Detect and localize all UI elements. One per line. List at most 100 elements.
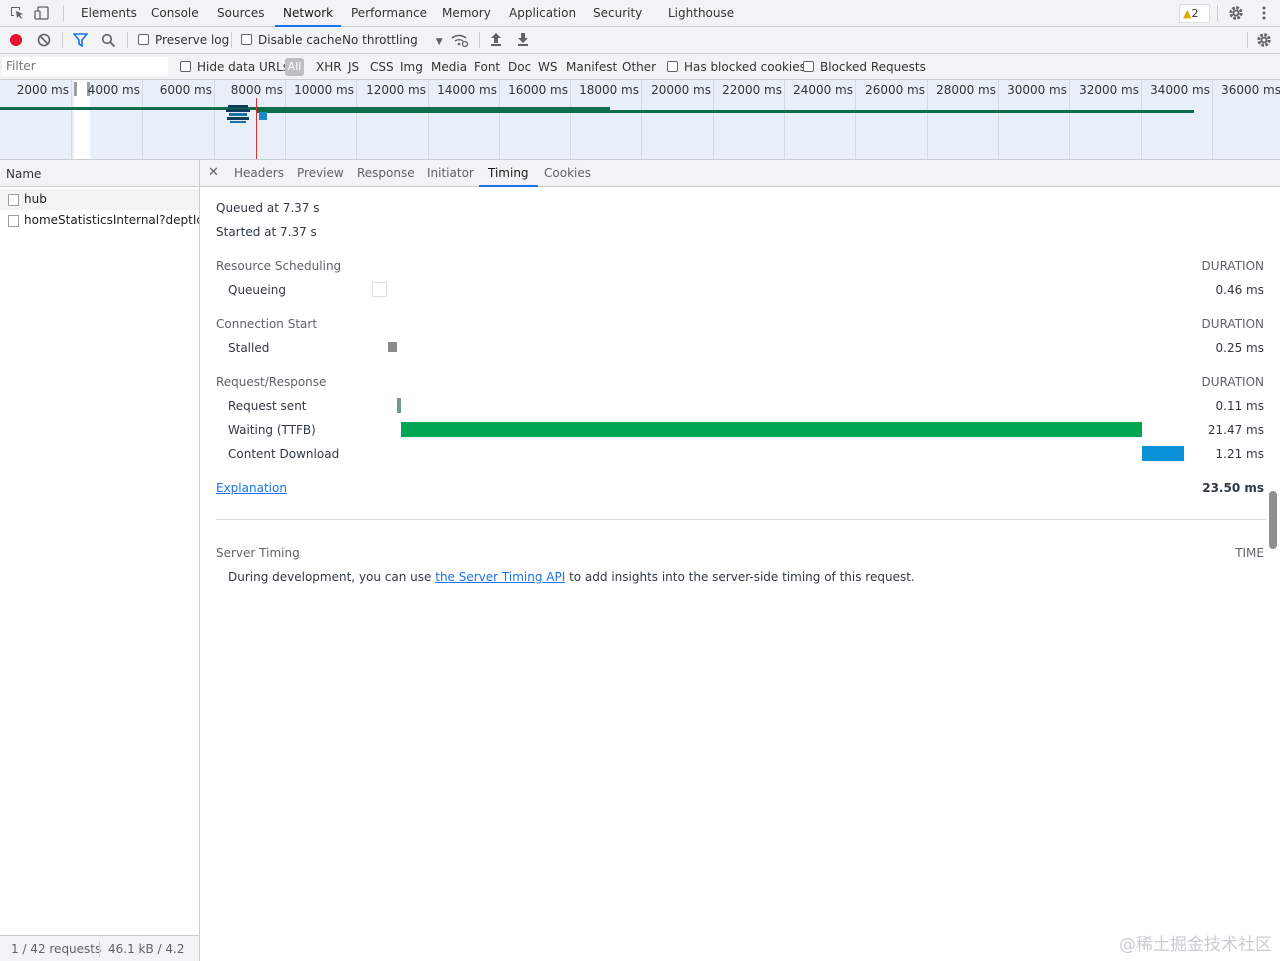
filter-input[interactable] [2, 57, 168, 76]
import-har-icon[interactable] [489, 32, 503, 50]
content-download-value: 1.21 ms [1215, 447, 1264, 461]
overview-tick-label: 8000 ms [230, 83, 283, 97]
close-icon[interactable]: ✕ [208, 160, 219, 186]
has-blocked-cookies-checkbox[interactable]: Has blocked cookies [667, 54, 806, 80]
more-options-icon[interactable] [1256, 5, 1272, 21]
checkbox-box [180, 61, 191, 72]
tab-initiator[interactable]: Initiator [427, 160, 474, 186]
stalled-bar [388, 342, 397, 352]
overview-tick-label: 32000 ms [1079, 83, 1139, 97]
waiting-bar [401, 422, 1142, 437]
overview-request-line [256, 110, 1194, 113]
queueing-bar [372, 282, 387, 297]
overview-gridline [855, 80, 856, 159]
overview-load-marker [256, 98, 257, 159]
content-download-label: Content Download [228, 447, 340, 461]
time-header: TIME [1235, 546, 1264, 560]
record-icon[interactable] [9, 33, 23, 50]
queued-at: Queued at 7.37 s [216, 201, 320, 215]
divider [63, 5, 64, 21]
clear-icon[interactable] [37, 33, 51, 50]
tab-lighthouse[interactable]: Lighthouse [668, 0, 734, 26]
tab-sources[interactable]: Sources [217, 0, 264, 26]
filter-manifest[interactable]: Manifest [566, 54, 617, 80]
overview-tick-label: 10000 ms [294, 83, 354, 97]
overview-tick-label: 12000 ms [366, 83, 426, 97]
name-column-header[interactable]: Name [0, 160, 199, 187]
server-timing-text-after: to add insights into the server-side tim… [565, 570, 915, 584]
filter-font[interactable]: Font [474, 54, 500, 80]
search-icon[interactable] [101, 33, 116, 51]
preserve-log-label: Preserve log [155, 33, 230, 47]
warnings-count: 2 [1191, 7, 1199, 20]
tab-console[interactable]: Console [151, 0, 199, 26]
tab-preview[interactable]: Preview [297, 160, 344, 186]
tab-cookies[interactable]: Cookies [544, 160, 591, 186]
request-name: homeStatisticsInternal?deptId... [24, 213, 199, 227]
divider [99, 941, 100, 957]
tab-headers[interactable]: Headers [234, 160, 284, 186]
blocked-requests-checkbox[interactable]: Blocked Requests [803, 54, 926, 80]
overview-tick-label: 22000 ms [722, 83, 782, 97]
tab-elements[interactable]: Elements [81, 0, 137, 26]
request-row[interactable]: hub [0, 189, 199, 210]
settings-gear-icon[interactable] [1228, 5, 1244, 21]
devtools-tab-bar: Elements Console Sources Network Perform… [0, 0, 1280, 27]
filter-css[interactable]: CSS [370, 54, 394, 80]
export-har-icon[interactable] [516, 32, 530, 50]
queueing-value: 0.46 ms [1215, 283, 1264, 297]
network-overview-timeline[interactable]: 2000 ms 4000 ms 6000 ms 8000 ms 10000 ms 1200… [0, 80, 1280, 160]
overview-tick-label: 14000 ms [437, 83, 497, 97]
tab-application[interactable]: Application [509, 0, 576, 26]
tab-performance[interactable]: Performance [351, 0, 427, 26]
request-row[interactable]: homeStatisticsInternal?deptId... [0, 210, 199, 231]
filter-img[interactable]: Img [400, 54, 423, 80]
tab-response[interactable]: Response [357, 160, 415, 186]
device-toolbar-icon[interactable] [34, 5, 50, 21]
divider [231, 32, 232, 48]
filter-media[interactable]: Media [431, 54, 467, 80]
filter-xhr[interactable]: XHR [316, 54, 342, 80]
network-conditions-icon[interactable] [451, 33, 469, 51]
explanation-link[interactable]: Explanation [216, 481, 287, 495]
watermark: @稀土掘金技术社区 [1119, 935, 1272, 955]
filter-ws[interactable]: WS [538, 54, 557, 80]
filter-js[interactable]: JS [348, 54, 359, 80]
overview-tick-label: 20000 ms [651, 83, 711, 97]
overview-tick-label: 36000 ms [1221, 83, 1280, 97]
stalled-value: 0.25 ms [1215, 341, 1264, 355]
blocked-requests-label: Blocked Requests [820, 60, 926, 74]
section-resource-scheduling: Resource Scheduling [216, 259, 342, 273]
server-timing-api-link[interactable]: the Server Timing API [435, 570, 565, 584]
overview-tick-label: 34000 ms [1150, 83, 1210, 97]
tab-network[interactable]: Network [274, 0, 342, 27]
overview-tick-label: 2000 ms [16, 83, 69, 97]
disable-cache-label: Disable cache [258, 33, 342, 47]
tab-memory[interactable]: Memory [442, 0, 491, 26]
tab-security[interactable]: Security [593, 0, 642, 26]
tab-timing[interactable]: Timing [479, 160, 537, 187]
throttling-select[interactable]: No throttling ▼ [342, 27, 443, 53]
total-duration: 23.50 ms [1202, 481, 1264, 495]
filter-all-button[interactable]: All [285, 58, 304, 76]
warnings-badge[interactable]: ▲2 [1179, 4, 1210, 23]
disable-cache-checkbox[interactable]: Disable cache [241, 27, 342, 53]
scrollbar-thumb[interactable] [1269, 491, 1277, 549]
hide-data-urls-checkbox[interactable]: Hide data URLs [180, 54, 289, 80]
status-bar: 1 / 42 requests 46.1 kB / 4.2 MB [0, 935, 199, 961]
network-settings-gear-icon[interactable] [1256, 32, 1272, 51]
queueing-label: Queueing [228, 283, 286, 297]
preserve-log-checkbox[interactable]: Preserve log [138, 27, 229, 53]
divider [216, 519, 1266, 520]
section-request-response: Request/Response [216, 375, 327, 389]
filter-icon[interactable] [72, 33, 89, 50]
divider [1247, 32, 1248, 48]
filter-other[interactable]: Other [622, 54, 656, 80]
inspect-element-icon[interactable] [9, 5, 25, 21]
filter-doc[interactable]: Doc [508, 54, 531, 80]
waiting-label: Waiting (TTFB) [228, 423, 316, 437]
chevron-down-icon: ▼ [435, 37, 443, 47]
duration-header: DURATION [1201, 317, 1264, 331]
request-count: 1 / 42 requests [11, 942, 102, 956]
divider [1217, 5, 1218, 21]
